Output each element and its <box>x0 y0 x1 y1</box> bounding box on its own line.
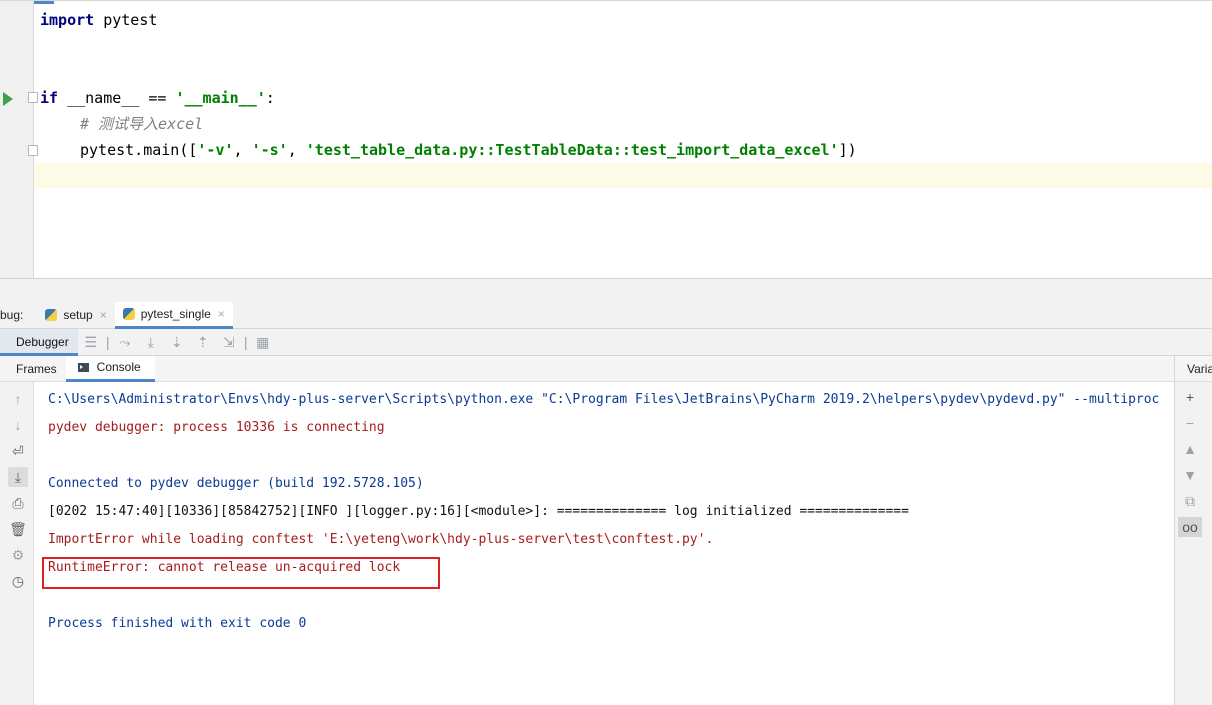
module-name: pytest <box>94 11 158 29</box>
debug-run-tabs: bug: setup × pytest_single × <box>0 301 1212 329</box>
run-tab-label: setup <box>63 308 93 322</box>
current-line-highlight <box>34 163 1212 188</box>
run-tab-setup[interactable]: setup × <box>37 302 114 329</box>
tab-debugger[interactable]: Debugger <box>0 328 78 356</box>
step-over-icon[interactable]: ⤓ <box>138 329 164 356</box>
console-line: pydev debugger: process 10336 is connect… <box>48 420 385 435</box>
fold-open-icon[interactable] <box>28 92 38 103</box>
toolbar-divider: | <box>243 334 248 350</box>
code-line-comment[interactable]: # 测试导入excel <box>80 114 203 134</box>
code-text: : <box>265 89 275 107</box>
code-line-pytest-main[interactable]: pytest.main(['-v', '-s', 'test_table_dat… <box>80 140 857 160</box>
copy-icon[interactable]: ⧉ <box>1178 491 1202 511</box>
code-line-import[interactable]: import pytest <box>40 10 157 30</box>
clock-icon[interactable]: ◷ <box>8 571 28 591</box>
code-text: __name__ == <box>58 89 176 107</box>
evaluate-expression-icon[interactable]: ▦ <box>250 329 276 356</box>
debugger-subtabs: Frames Console <box>0 355 1176 382</box>
down-arrow-icon[interactable]: ↓ <box>8 415 28 435</box>
code-line-if-main[interactable]: if __name__ == '__main__': <box>40 88 275 108</box>
code-comment: # 测试导入excel <box>80 115 204 133</box>
string-literal: 'test_table_data.py::TestTableData::test… <box>305 141 839 159</box>
code-text: pytest.main([ <box>80 141 198 159</box>
step-out-icon[interactable]: ⇡ <box>190 329 216 356</box>
tab-console-label: Console <box>96 360 141 374</box>
code-text: , <box>233 141 252 159</box>
console-actions-rail: ↑ ↓ ⏎ ⤓ ⎙ 🗑 ⚙ ◷ <box>0 382 34 705</box>
console-line: Connected to pydev debugger (build 192.5… <box>48 476 424 491</box>
console-icon <box>77 362 89 372</box>
gear-icon[interactable]: ⚙ <box>8 545 28 565</box>
error-highlight-box <box>42 557 440 589</box>
soft-wrap-icon[interactable]: ⏎ <box>8 441 28 461</box>
toolbar-divider: | <box>105 334 110 350</box>
menu-icon[interactable]: ☰ <box>78 329 104 356</box>
glasses-icon[interactable]: oo <box>1178 517 1202 537</box>
move-up-icon[interactable]: ▲ <box>1178 439 1202 459</box>
python-icon <box>122 307 135 320</box>
run-to-cursor-icon[interactable]: ⇲ <box>216 329 242 356</box>
console-line: ImportError while loading conftest 'E:\y… <box>48 532 714 547</box>
trash-icon[interactable]: 🗑 <box>8 519 28 539</box>
keyword-import: import <box>40 11 95 29</box>
python-icon <box>45 309 58 321</box>
editor-gutter <box>0 1 34 279</box>
show-execution-point-icon[interactable]: ⤳ <box>112 329 138 356</box>
string-literal: '__main__' <box>175 89 266 107</box>
variables-header[interactable]: Variables <box>1175 356 1212 382</box>
console-output[interactable]: C:\Users\Administrator\Envs\hdy-plus-ser… <box>34 382 1174 705</box>
run-tab-pytest-single[interactable]: pytest_single × <box>114 301 233 329</box>
console-line: Process finished with exit code 0 <box>48 616 307 631</box>
tab-frames[interactable]: Frames <box>0 356 66 382</box>
tool-window-title: bug: <box>0 308 24 322</box>
tab-console[interactable]: Console <box>65 355 155 382</box>
scroll-to-end-icon[interactable]: ⤓ <box>8 467 28 487</box>
string-literal: '-v' <box>197 141 234 159</box>
run-icon[interactable] <box>3 92 13 106</box>
run-tab-label: pytest_single <box>140 306 211 321</box>
debug-toolbar: Debugger ☰ | ⤳ ⤓ ⇣ ⇡ ⇲ | ▦ <box>0 328 1212 356</box>
close-icon[interactable]: × <box>218 307 225 321</box>
string-literal: '-s' <box>251 141 288 159</box>
step-into-icon[interactable]: ⇣ <box>164 329 190 356</box>
add-icon[interactable]: + <box>1178 387 1202 407</box>
code-text: , <box>287 141 306 159</box>
console-line: C:\Users\Administrator\Envs\hdy-plus-ser… <box>48 392 1160 407</box>
print-icon[interactable]: ⎙ <box>8 493 28 513</box>
up-arrow-icon[interactable]: ↑ <box>8 389 28 409</box>
remove-icon[interactable]: − <box>1178 413 1202 433</box>
move-down-icon[interactable]: ▼ <box>1178 465 1202 485</box>
fold-close-icon[interactable] <box>28 145 38 156</box>
variables-panel: Variables + − ▲ ▼ ⧉ oo <box>1174 356 1212 705</box>
close-icon[interactable]: × <box>100 308 107 322</box>
splitter[interactable] <box>0 278 1212 302</box>
keyword-if: if <box>40 89 59 107</box>
code-text: ]) <box>838 141 857 159</box>
console-line: [0202 15:47:40][10336][85842752][INFO ][… <box>48 504 909 519</box>
code-editor[interactable]: import pytest if __name__ == '__main__':… <box>0 0 1212 279</box>
